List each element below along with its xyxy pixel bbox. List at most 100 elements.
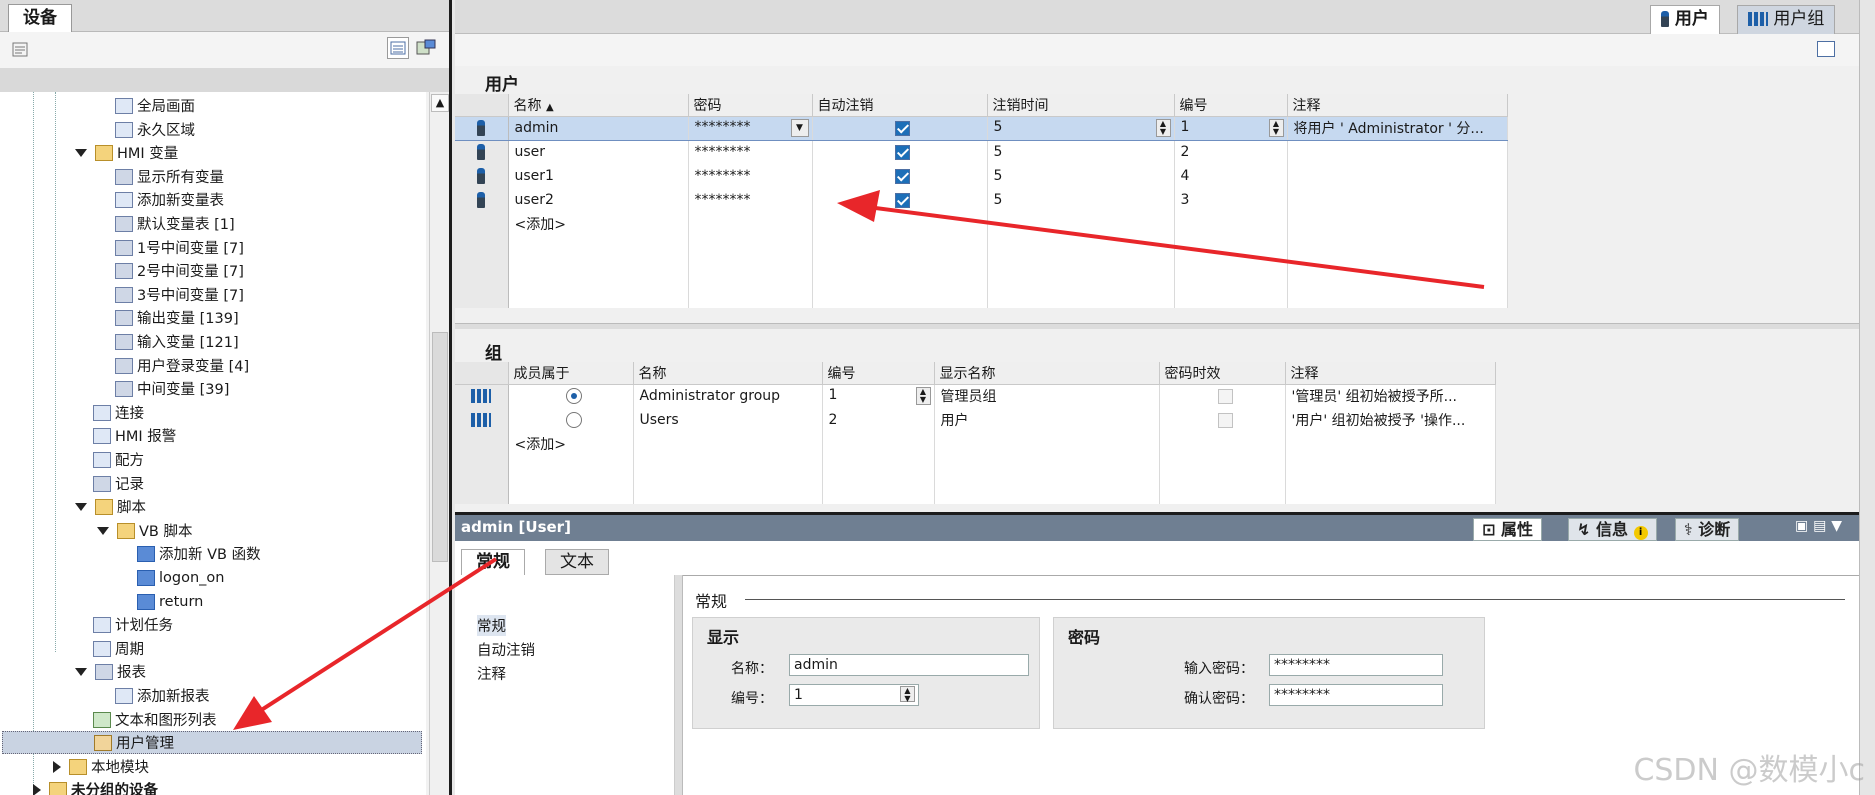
tree-item-hmi-alarms[interactable]: HMI 报警 (93, 424, 176, 447)
section-heading-general: 常规 (695, 592, 728, 611)
tree-item-recipes[interactable]: 配方 (93, 448, 144, 471)
tree-item-login-tags[interactable]: 用户登录变量 [4] (115, 354, 249, 377)
confirm-password-field[interactable]: ******** (1269, 684, 1443, 706)
table-row[interactable]: user ******** 5 2 (455, 140, 1508, 164)
tab-properties[interactable]: ⊡ 属性 (1473, 518, 1542, 541)
overview-icon[interactable] (414, 37, 436, 59)
tree-item-output-tags[interactable]: 输出变量 [139] (115, 306, 239, 329)
spinner-icon[interactable]: ▲ ▼ (1268, 119, 1284, 137)
tab-user-groups[interactable]: 用户组 (1737, 5, 1836, 34)
tree-item-ungrouped-devices[interactable]: 未分组的设备 (33, 778, 158, 795)
tab-devices[interactable]: 设备 (8, 4, 72, 32)
tree-item-return[interactable]: return (137, 590, 203, 613)
tree-item-cycles[interactable]: 周期 (93, 637, 144, 660)
tree-scrollbar[interactable]: ▲ (429, 92, 449, 795)
col-member-of[interactable]: 成员属于 (508, 362, 634, 385)
auto-logoff-checkbox[interactable] (895, 192, 910, 208)
spinner-icon[interactable]: ▲ ▼ (1155, 119, 1171, 137)
auto-logoff-checkbox[interactable] (895, 120, 910, 136)
tree-item-show-all-tags[interactable]: 显示所有变量 (115, 165, 224, 188)
properties-icon[interactable] (10, 39, 32, 61)
tree-item-add-vb-function[interactable]: 添加新 VB 函数 (137, 542, 261, 565)
nav-auto-logoff[interactable]: 自动注销 (477, 639, 535, 660)
spinner-icon[interactable]: ▲ ▼ (915, 387, 931, 406)
cycle-icon (93, 640, 111, 657)
tab-diagnostics[interactable]: ⚕ 诊断 (1675, 518, 1740, 541)
splitter[interactable] (455, 323, 1859, 329)
tree-item-scheduler[interactable]: 计划任务 (93, 613, 173, 636)
nav-splitter[interactable] (675, 575, 683, 795)
tree-item-input-tags[interactable]: 输入变量 [121] (115, 330, 239, 353)
tree-item-global-screen[interactable]: 全局画面 (115, 94, 195, 117)
tree-item-default-tags[interactable]: 默认变量表 [1] (115, 212, 235, 235)
col-comment[interactable]: 注释 (1287, 94, 1508, 117)
col-group-number[interactable]: 编号 (822, 362, 935, 385)
tree-item-mid-tags-1[interactable]: 1号中间变量 [7] (115, 236, 244, 259)
col-password[interactable]: 密码 (688, 94, 813, 117)
tree-item-permanent-area[interactable]: 永久区域 (115, 118, 195, 141)
tab-info[interactable]: ↯ 信息 i (1568, 518, 1657, 541)
name-field[interactable]: admin (789, 654, 1029, 676)
tree-item-mid-tags[interactable]: 中间变量 [39] (115, 377, 229, 400)
tree-item-add-tag-table[interactable]: 添加新变量表 (115, 188, 224, 211)
tree-item-vb-scripts[interactable]: VB 脚本 (97, 519, 192, 542)
table-row[interactable]: Administrator group 1 ▲ ▼ 管理员组 '管理员' 组初始被授… (455, 384, 1496, 408)
subtab-general[interactable]: 常规 (461, 549, 525, 575)
tree-item-hmi-tags[interactable]: HMI 变量 (75, 141, 178, 164)
scroll-up-icon[interactable]: ▲ (431, 94, 449, 112)
groups-table: 成员属于 名称 编号 显示名称 密码时效 注释 Administrator gr… (455, 362, 1496, 504)
tree-item-text-graphic-lists[interactable]: 文本和图形列表 (93, 708, 217, 731)
spinner-icon[interactable]: ▲ ▼ (900, 686, 915, 703)
add-group-row[interactable]: <添加> (455, 432, 1496, 456)
table-row[interactable]: admin ******** ▼ 5 ▲ ▼ 1 ▲ ▼ 将用户 ' Administra… (455, 115, 1508, 141)
diagnostics-icon: ⚕ (1684, 520, 1693, 539)
collapse-icon[interactable] (33, 783, 41, 795)
col-group-name[interactable]: 名称 (633, 362, 823, 385)
col-display-name[interactable]: 显示名称 (934, 362, 1160, 385)
enter-password-field[interactable]: ******** (1269, 654, 1443, 676)
scroll-thumb[interactable] (432, 332, 448, 562)
tree-item-local-modules[interactable]: 本地模块 (53, 755, 149, 778)
col-auto-logoff[interactable]: 自动注销 (812, 94, 988, 117)
tree-item-connections[interactable]: 连接 (93, 401, 144, 424)
col-group-comment[interactable]: 注释 (1285, 362, 1496, 385)
col-password-aging[interactable]: 密码时效 (1159, 362, 1286, 385)
tree-item-reports[interactable]: 报表 (75, 660, 146, 683)
nav-general[interactable]: 常规 (477, 615, 506, 636)
right-task-strip[interactable] (1859, 0, 1875, 795)
panel-controls-icon[interactable]: ▣ ▤ ▼ (1795, 518, 1842, 534)
tree-item-scripts[interactable]: 脚本 (75, 495, 146, 518)
user-icon (477, 120, 486, 136)
expand-icon[interactable] (97, 526, 109, 535)
auto-logoff-checkbox[interactable] (895, 168, 910, 184)
col-name[interactable]: 名称 ▲ (508, 94, 689, 117)
password-aging-checkbox[interactable] (1217, 412, 1233, 428)
expand-icon[interactable] (75, 502, 87, 511)
member-radio[interactable] (565, 388, 582, 405)
expand-icon[interactable] (75, 667, 87, 676)
tree-item-mid-tags-2[interactable]: 2号中间变量 [7] (115, 259, 244, 282)
add-user-row[interactable]: <添加> (455, 212, 1508, 236)
view-options-icon[interactable] (1817, 41, 1835, 57)
col-number[interactable]: 编号 (1174, 94, 1288, 117)
table-row[interactable]: user2 ******** 5 3 (455, 188, 1508, 212)
number-field[interactable]: 1 ▲ ▼ (789, 684, 919, 706)
member-radio[interactable] (565, 412, 582, 428)
table-row[interactable]: Users 2 用户 '用户' 组初始被授予 '操作... (455, 408, 1496, 432)
collapse-icon[interactable] (53, 760, 61, 773)
tree-item-logs[interactable]: 记录 (93, 472, 144, 495)
tab-users[interactable]: 用户 (1650, 5, 1720, 34)
dropdown-icon[interactable]: ▼ (790, 119, 809, 137)
expand-icon[interactable] (75, 148, 87, 157)
tree-item-user-admin[interactable]: 用户管理 (2, 731, 422, 754)
password-aging-checkbox[interactable] (1217, 388, 1233, 404)
tree-item-add-report[interactable]: 添加新报表 (115, 684, 210, 707)
col-logoff-time[interactable]: 注销时间 (987, 94, 1175, 117)
auto-logoff-checkbox[interactable] (895, 144, 910, 160)
table-row[interactable]: user1 ******** 5 4 (455, 164, 1508, 188)
tree-item-logon-on[interactable]: logon_on (137, 566, 224, 589)
tree-item-mid-tags-3[interactable]: 3号中间变量 [7] (115, 283, 244, 306)
detail-view-icon[interactable] (387, 37, 409, 59)
subtab-text[interactable]: 文本 (545, 549, 609, 575)
nav-comment[interactable]: 注释 (477, 663, 506, 684)
